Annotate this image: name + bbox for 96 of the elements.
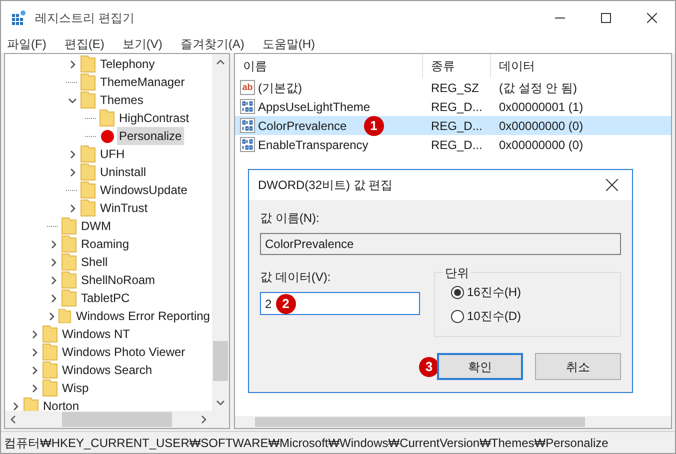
menu-item[interactable]: 보기(V) [120,35,164,53]
status-bar-path: 컴퓨터₩HKEY_CURRENT_USER₩SOFTWARE₩Microsoft₩Windows₩CurrentVersion₩Themes₩Personalize [4,434,608,452]
radio-label[interactable]: 10진수(D) [467,307,522,325]
folder-icon [42,343,58,361]
folder-icon [80,181,96,199]
menu-item[interactable]: 편집(E) [62,35,106,53]
field-label: 값 이름(N): [260,210,320,227]
number-badge: 1 [364,116,384,136]
binary-value-icon [240,137,255,152]
value-type: REG_D... [430,98,484,116]
tree-item[interactable]: ShellNoRoam [79,271,158,289]
dialog-button[interactable]: 취소 [535,353,621,380]
registry-app-icon [11,10,27,26]
column-header[interactable]: 데이터 [491,54,671,78]
tree-item[interactable]: Windows Error Reporting [74,307,212,325]
dialog-button[interactable]: 확인 [437,353,523,380]
tree-item[interactable]: TabletPC [79,289,132,307]
radio-button[interactable] [451,286,464,298]
menu-item[interactable]: 도움말(H) [260,35,317,53]
tree-item[interactable]: Windows Search [60,361,154,379]
string-value-icon: ab [240,80,255,95]
horizontal-scrollbar[interactable] [5,411,229,428]
field-label: 값 데이터(V): [260,269,332,286]
value-name: AppsUseLightTheme [258,98,370,116]
folder-icon [80,145,96,163]
tree-item[interactable]: ThemeManager [98,73,187,91]
tree-item[interactable]: UFH [98,145,127,163]
chevron-right-icon[interactable] [68,204,76,212]
value-row[interactable]: ab (기본값) REG_SZ (값 설정 안 됨) [235,78,671,97]
horizontal-scrollbar[interactable] [235,416,671,428]
menu-item[interactable]: 파일(F) [5,35,48,53]
close-icon [606,179,618,191]
folder-icon [42,361,58,379]
tree-item[interactable]: Windows NT [60,325,132,343]
tree-item[interactable]: Telephony [98,55,157,73]
column-header[interactable]: 이름 [235,54,423,78]
folder-icon [42,379,58,397]
folder-icon [42,325,58,343]
binary-value-icon [240,99,255,114]
number-badge: 2 [276,294,296,314]
value-data: 0x00000000 (0) [498,118,584,134]
radio-button[interactable] [451,310,464,322]
value-data: 0x00000000 (0) [498,136,584,154]
value-row[interactable]: EnableTransparency REG_D... 0x00000000 (0) [235,135,671,154]
folder-icon [80,91,96,109]
tree-item[interactable]: Uninstall [98,163,148,181]
folder-icon [80,163,96,181]
value-row[interactable]: ColorPrevalence 1 REG_D... 0x00000000 (0) [235,116,671,135]
chevron-right-icon[interactable] [10,402,20,410]
folder-icon [80,55,96,73]
value-data: (값 설정 안 됨) [498,80,578,96]
value-type: REG_D... [430,136,484,154]
folder-icon [61,235,77,253]
folder-icon [61,217,77,235]
tree-item[interactable]: Shell [79,253,110,271]
value-type: REG_D... [430,118,484,134]
tree-item[interactable]: WindowsUpdate [98,181,190,199]
chevron-down-icon[interactable] [68,96,76,104]
column-header[interactable]: 종류 [423,54,491,78]
tree-item[interactable]: Themes [98,91,146,109]
value-name-field: ColorPrevalence [260,233,621,255]
number-badge: 3 [419,356,439,376]
dialog-title: DWORD(32비트) 값 편집 [258,177,393,194]
window-title: 레지스트리 편집기 [35,10,134,27]
tree-item[interactable]: Norton [41,397,82,411]
value-data: 0x00000001 (1) [498,98,584,116]
tree-item[interactable]: Roaming [79,235,132,253]
scroll-thumb[interactable] [62,412,172,427]
value-data-field[interactable]: 2 2 [260,292,420,315]
folder-icon [80,199,96,217]
tree-item[interactable]: HighContrast [117,109,192,127]
tree-item[interactable]: Personalize [117,127,184,145]
value-name: ColorPrevalence [258,118,347,134]
folder-icon [58,307,72,325]
tree-item[interactable]: Wisp [60,379,91,397]
folder-icon [61,271,77,289]
folder-icon [61,253,77,271]
value-name: EnableTransparency [258,136,368,154]
chevron-right-icon[interactable] [68,60,76,68]
scroll-thumb[interactable] [213,341,228,381]
folder-icon [61,289,77,307]
folder-icon [99,109,115,127]
close-icon [647,13,657,23]
maximize-icon [601,13,611,23]
vertical-scrollbar[interactable] [212,54,229,411]
folder-icon [80,73,96,91]
value-name: (기본값) [258,80,302,96]
value-type: REG_SZ [430,80,480,96]
value-row[interactable]: AppsUseLightTheme REG_D... 0x00000001 (1) [235,97,671,116]
radio-label[interactable]: 16진수(H) [467,283,522,301]
tree-item[interactable]: Windows Photo Viewer [60,343,188,361]
tree-item[interactable]: DWM [79,217,113,235]
tree-item[interactable]: WinTrust [98,199,150,217]
menu-item[interactable]: 즐겨찾기(A) [178,35,246,53]
binary-value-icon [240,118,255,133]
scroll-thumb[interactable] [255,417,585,427]
